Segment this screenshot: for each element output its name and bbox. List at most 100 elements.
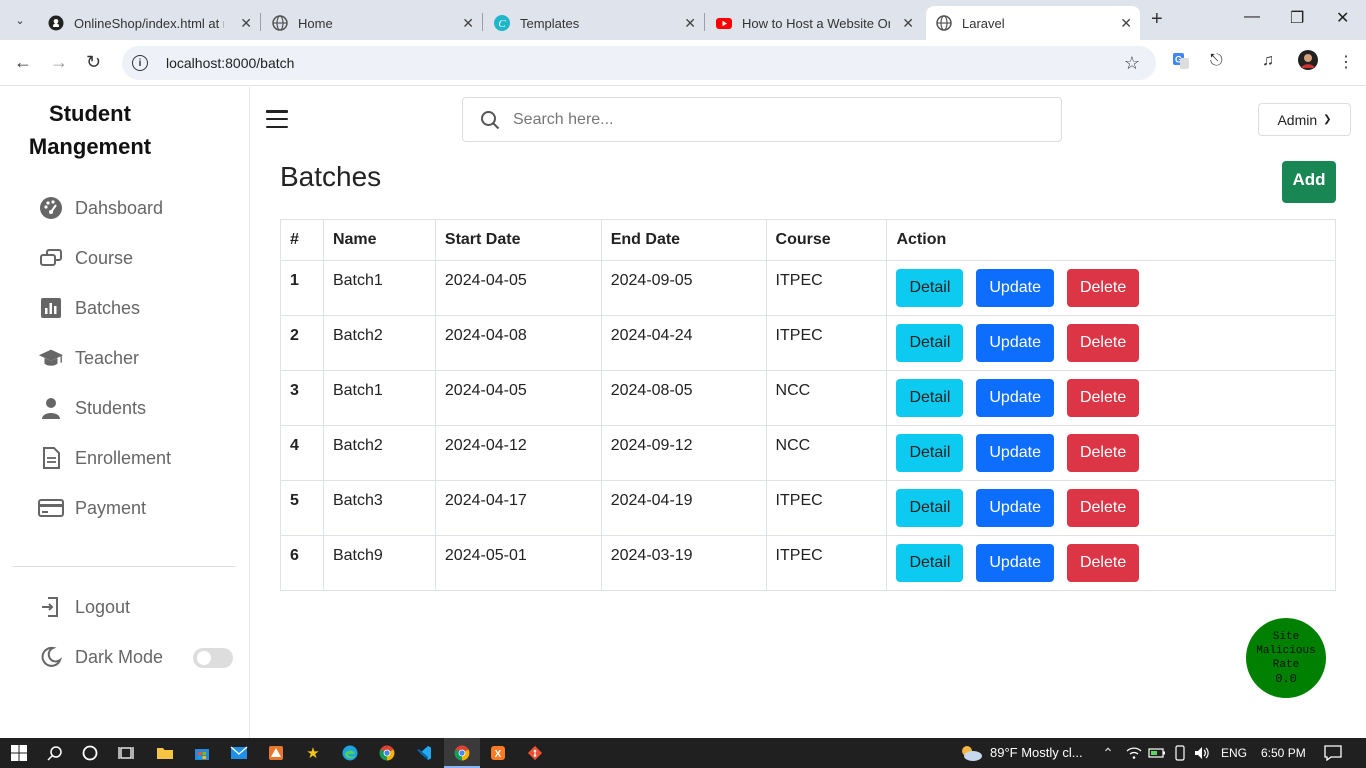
- browser-tab-2[interactable]: Home ✕: [262, 6, 482, 40]
- delete-button[interactable]: Delete: [1066, 434, 1140, 472]
- svg-text:X: X: [495, 749, 502, 760]
- browser-tab-title: Templates: [520, 15, 580, 31]
- new-tab-icon[interactable]: +: [1151, 8, 1163, 31]
- volume-icon[interactable]: [1192, 743, 1212, 763]
- sidebar-item-students[interactable]: Students: [38, 393, 146, 423]
- update-button[interactable]: Update: [976, 269, 1054, 307]
- phone-link-icon[interactable]: [1170, 743, 1190, 763]
- browser-tab-5-active[interactable]: Laravel ✕: [926, 6, 1140, 40]
- minimize-icon[interactable]: —: [1244, 8, 1260, 26]
- admin-label: Admin: [1277, 111, 1318, 128]
- malicious-rate-badge[interactable]: Site Malicious Rate 0.0: [1246, 618, 1326, 698]
- sidebar-item-teacher[interactable]: Teacher: [38, 343, 139, 373]
- address-url[interactable]: localhost:8000/batch: [166, 55, 294, 71]
- wifi-icon[interactable]: [1124, 743, 1144, 763]
- update-button[interactable]: Update: [976, 544, 1054, 582]
- profile-avatar[interactable]: [1298, 50, 1318, 75]
- chevron-up-icon[interactable]: ⌃: [1098, 743, 1118, 763]
- menu-toggle-icon[interactable]: [266, 110, 288, 128]
- site-info-icon[interactable]: i: [132, 55, 148, 71]
- mail-icon[interactable]: [229, 743, 249, 763]
- delete-button[interactable]: Delete: [1066, 489, 1140, 527]
- update-button[interactable]: Update: [976, 324, 1054, 362]
- update-button[interactable]: Update: [976, 489, 1054, 527]
- cell-id: 5: [280, 480, 324, 536]
- browser-toolbar: ← → ↻ i localhost:8000/batch ☆ G ⎋ ♫ ⋮: [0, 40, 1366, 86]
- restore-icon[interactable]: ❐: [1290, 8, 1304, 28]
- edge-icon[interactable]: [340, 743, 360, 763]
- browser-tab-3[interactable]: C Templates ✕: [484, 6, 704, 40]
- windows-taskbar: ★ X 89°F Mostly cl... ⌃ ENG 6:50 PM: [0, 738, 1366, 768]
- forward-icon[interactable]: →: [50, 52, 68, 73]
- detail-button[interactable]: Detail: [896, 269, 964, 307]
- dashboard-icon: [38, 195, 64, 221]
- browser-tab-1[interactable]: OnlineShop/index.html at m ✕: [38, 6, 260, 40]
- xampp-icon[interactable]: X: [488, 743, 508, 763]
- table-row: 2 Batch2 2024-04-08 2024-04-24 ITPEC Det…: [280, 315, 1336, 371]
- weather-text[interactable]: 89°F Mostly cl...: [990, 745, 1083, 760]
- detail-button[interactable]: Detail: [896, 544, 964, 582]
- close-tab-icon[interactable]: ✕: [1120, 15, 1132, 32]
- sidebar-item-enrollement[interactable]: Enrollement: [38, 443, 171, 473]
- extensions-puzzle-icon[interactable]: ⎋: [1210, 52, 1223, 70]
- admin-dropdown[interactable]: Admin ❯: [1258, 103, 1351, 136]
- media-control-icon[interactable]: ♫: [1262, 52, 1274, 70]
- task-view-icon[interactable]: [116, 743, 136, 763]
- detail-button[interactable]: Detail: [896, 379, 964, 417]
- table-row: 5 Batch3 2024-04-17 2024-04-19 ITPEC Det…: [280, 480, 1336, 536]
- search-input[interactable]: [513, 110, 1013, 129]
- detail-button[interactable]: Detail: [896, 489, 964, 527]
- close-tab-icon[interactable]: ✕: [902, 15, 914, 32]
- cell-name: Batch2: [322, 315, 436, 371]
- chrome-active-icon[interactable]: [452, 743, 472, 763]
- cell-end-date: 2024-04-19: [600, 480, 767, 536]
- sidebar-item-batches[interactable]: Batches: [38, 293, 140, 323]
- update-button[interactable]: Update: [976, 379, 1054, 417]
- detail-button[interactable]: Detail: [896, 324, 964, 362]
- bookmark-star-icon[interactable]: ☆: [1124, 53, 1140, 74]
- notifications-icon[interactable]: [1323, 743, 1343, 763]
- chrome-icon[interactable]: [377, 743, 397, 763]
- starred-app-icon[interactable]: ★: [303, 743, 323, 763]
- logout-button[interactable]: Logout: [38, 592, 130, 622]
- delete-button[interactable]: Delete: [1066, 544, 1140, 582]
- cortana-icon[interactable]: [80, 743, 100, 763]
- weather-cloud-icon[interactable]: [958, 743, 984, 763]
- browser-menu-icon[interactable]: ⋮: [1338, 52, 1354, 72]
- vscode-icon[interactable]: [414, 743, 434, 763]
- delete-button[interactable]: Delete: [1066, 324, 1140, 362]
- detail-button[interactable]: Detail: [896, 434, 964, 472]
- delete-button[interactable]: Delete: [1066, 379, 1140, 417]
- cell-start-date: 2024-04-12: [434, 425, 602, 481]
- dark-mode-toggle[interactable]: [193, 648, 233, 668]
- store-icon[interactable]: [192, 743, 212, 763]
- reload-icon[interactable]: ↻: [86, 52, 101, 73]
- sidebar-item-dashboard[interactable]: Dahsboard: [38, 193, 163, 223]
- browser-tab-4[interactable]: How to Host a Website On C ✕: [706, 6, 922, 40]
- close-tab-icon[interactable]: ✕: [462, 15, 474, 32]
- google-translate-icon[interactable]: G: [1172, 52, 1190, 75]
- cell-course: NCC: [765, 370, 888, 426]
- back-icon[interactable]: ←: [14, 52, 32, 73]
- sidebar-item-payment[interactable]: Payment: [38, 493, 146, 523]
- office-app-icon[interactable]: [266, 743, 286, 763]
- windows-start-icon[interactable]: [9, 743, 29, 763]
- close-tab-icon[interactable]: ✕: [684, 15, 696, 32]
- clock[interactable]: 6:50 PM: [1261, 746, 1306, 760]
- battery-icon[interactable]: [1147, 743, 1167, 763]
- language-indicator[interactable]: ENG: [1221, 746, 1247, 760]
- delete-button[interactable]: Delete: [1066, 269, 1140, 307]
- cell-course: ITPEC: [765, 315, 888, 371]
- close-window-icon[interactable]: ✕: [1336, 8, 1349, 28]
- file-explorer-icon[interactable]: [155, 743, 175, 763]
- update-button[interactable]: Update: [976, 434, 1054, 472]
- sidebar-item-course[interactable]: Course: [38, 243, 133, 273]
- add-button[interactable]: Add: [1282, 161, 1336, 203]
- cell-start-date: 2024-04-05: [434, 370, 602, 426]
- close-tab-icon[interactable]: ✕: [240, 15, 252, 32]
- sidebar-item-label: Enrollement: [75, 447, 172, 468]
- address-bar[interactable]: i localhost:8000/batch ☆: [122, 46, 1156, 80]
- git-icon[interactable]: [525, 743, 545, 763]
- tab-search-chevron-icon[interactable]: ⌄: [8, 8, 32, 32]
- search-icon[interactable]: [45, 743, 65, 763]
